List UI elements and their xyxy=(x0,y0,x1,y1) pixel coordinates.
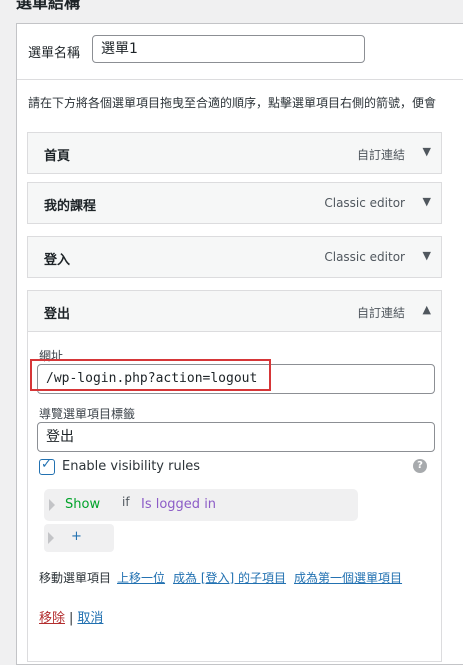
expand-toggle-icon[interactable]: ▼ xyxy=(423,145,431,158)
drag-handle-icon xyxy=(48,532,54,544)
rule-condition[interactable]: Is logged in xyxy=(141,497,216,512)
rule-action[interactable]: Show xyxy=(65,497,100,512)
menu-item-title: 首頁 xyxy=(44,149,71,164)
menu-item-title: 登出 xyxy=(44,307,71,322)
menu-name-label: 選單名稱 xyxy=(28,46,81,61)
visibility-rule: Show if Is logged in xyxy=(44,489,358,521)
move-to-top-link[interactable]: 成為第一個選單項目 xyxy=(294,571,402,585)
menu-item-login[interactable]: 登入 Classic editor ▼ xyxy=(27,236,442,278)
collapse-toggle-icon[interactable]: ▲ xyxy=(423,303,431,316)
cancel-link[interactable]: 取消 xyxy=(77,611,103,626)
expand-toggle-icon[interactable]: ▼ xyxy=(423,195,431,208)
separator: | xyxy=(69,611,74,626)
menu-item-type: Classic editor xyxy=(324,250,405,264)
menu-item-type: Classic editor xyxy=(324,196,405,210)
menu-item-logout-expanded: 登出 自訂連結 ▲ 網址 /wp-login.php?action=logout… xyxy=(27,290,442,662)
help-icon[interactable]: ? xyxy=(413,459,427,473)
move-label: 移動選單項目 xyxy=(39,571,112,585)
menu-item-type: 自訂連結 xyxy=(356,148,405,162)
menu-item-logout-header[interactable]: 登出 自訂連結 ▲ xyxy=(28,291,441,332)
section-title: 選單結構 xyxy=(16,0,81,12)
rule-keyword: if xyxy=(122,495,130,509)
drag-handle-icon[interactable] xyxy=(49,499,55,511)
move-menu-item-row: 移動選單項目 上移一位 成為 [登入] 的子項目 成為第一個選單項目 xyxy=(39,569,410,586)
menu-item-my-courses[interactable]: 我的課程 Classic editor ▼ xyxy=(27,182,442,224)
url-highlight-box xyxy=(30,359,271,391)
checkmark-icon: ✓ xyxy=(41,457,52,472)
menu-name-row: 選單名稱 選單1 xyxy=(17,24,463,80)
menu-name-input[interactable]: 選單1 xyxy=(92,35,365,63)
menu-item-type: 自訂連結 xyxy=(356,306,405,320)
visibility-rules-label: Enable visibility rules xyxy=(62,459,201,474)
plus-icon: + xyxy=(71,529,82,544)
navigation-label-label: 導覽選單項目標籤 xyxy=(39,407,136,421)
make-child-link[interactable]: 成為 [登入] 的子項目 xyxy=(173,571,286,585)
move-up-link[interactable]: 上移一位 xyxy=(117,571,165,585)
remove-link[interactable]: 移除 xyxy=(39,611,65,626)
delete-cancel-row: 移除 | 取消 xyxy=(39,607,103,626)
expand-toggle-icon[interactable]: ▼ xyxy=(423,249,431,262)
instructions-text: 請在下方將各個選單項目拖曳至合適的順序，點擊選單項目右側的箭號，便會 xyxy=(28,96,437,110)
navigation-label-input[interactable]: 登出 xyxy=(37,422,435,452)
menu-item-title: 我的課程 xyxy=(44,199,97,214)
menu-item-title: 登入 xyxy=(44,253,71,268)
visibility-rules-checkbox[interactable]: ✓ xyxy=(39,457,55,475)
add-rule-button[interactable]: + xyxy=(44,524,114,552)
menu-structure-panel: 選單名稱 選單1 請在下方將各個選單項目拖曳至合適的順序，點擊選單項目右側的箭號… xyxy=(16,23,463,665)
menu-item-home[interactable]: 首頁 自訂連結 ▼ xyxy=(27,132,442,174)
